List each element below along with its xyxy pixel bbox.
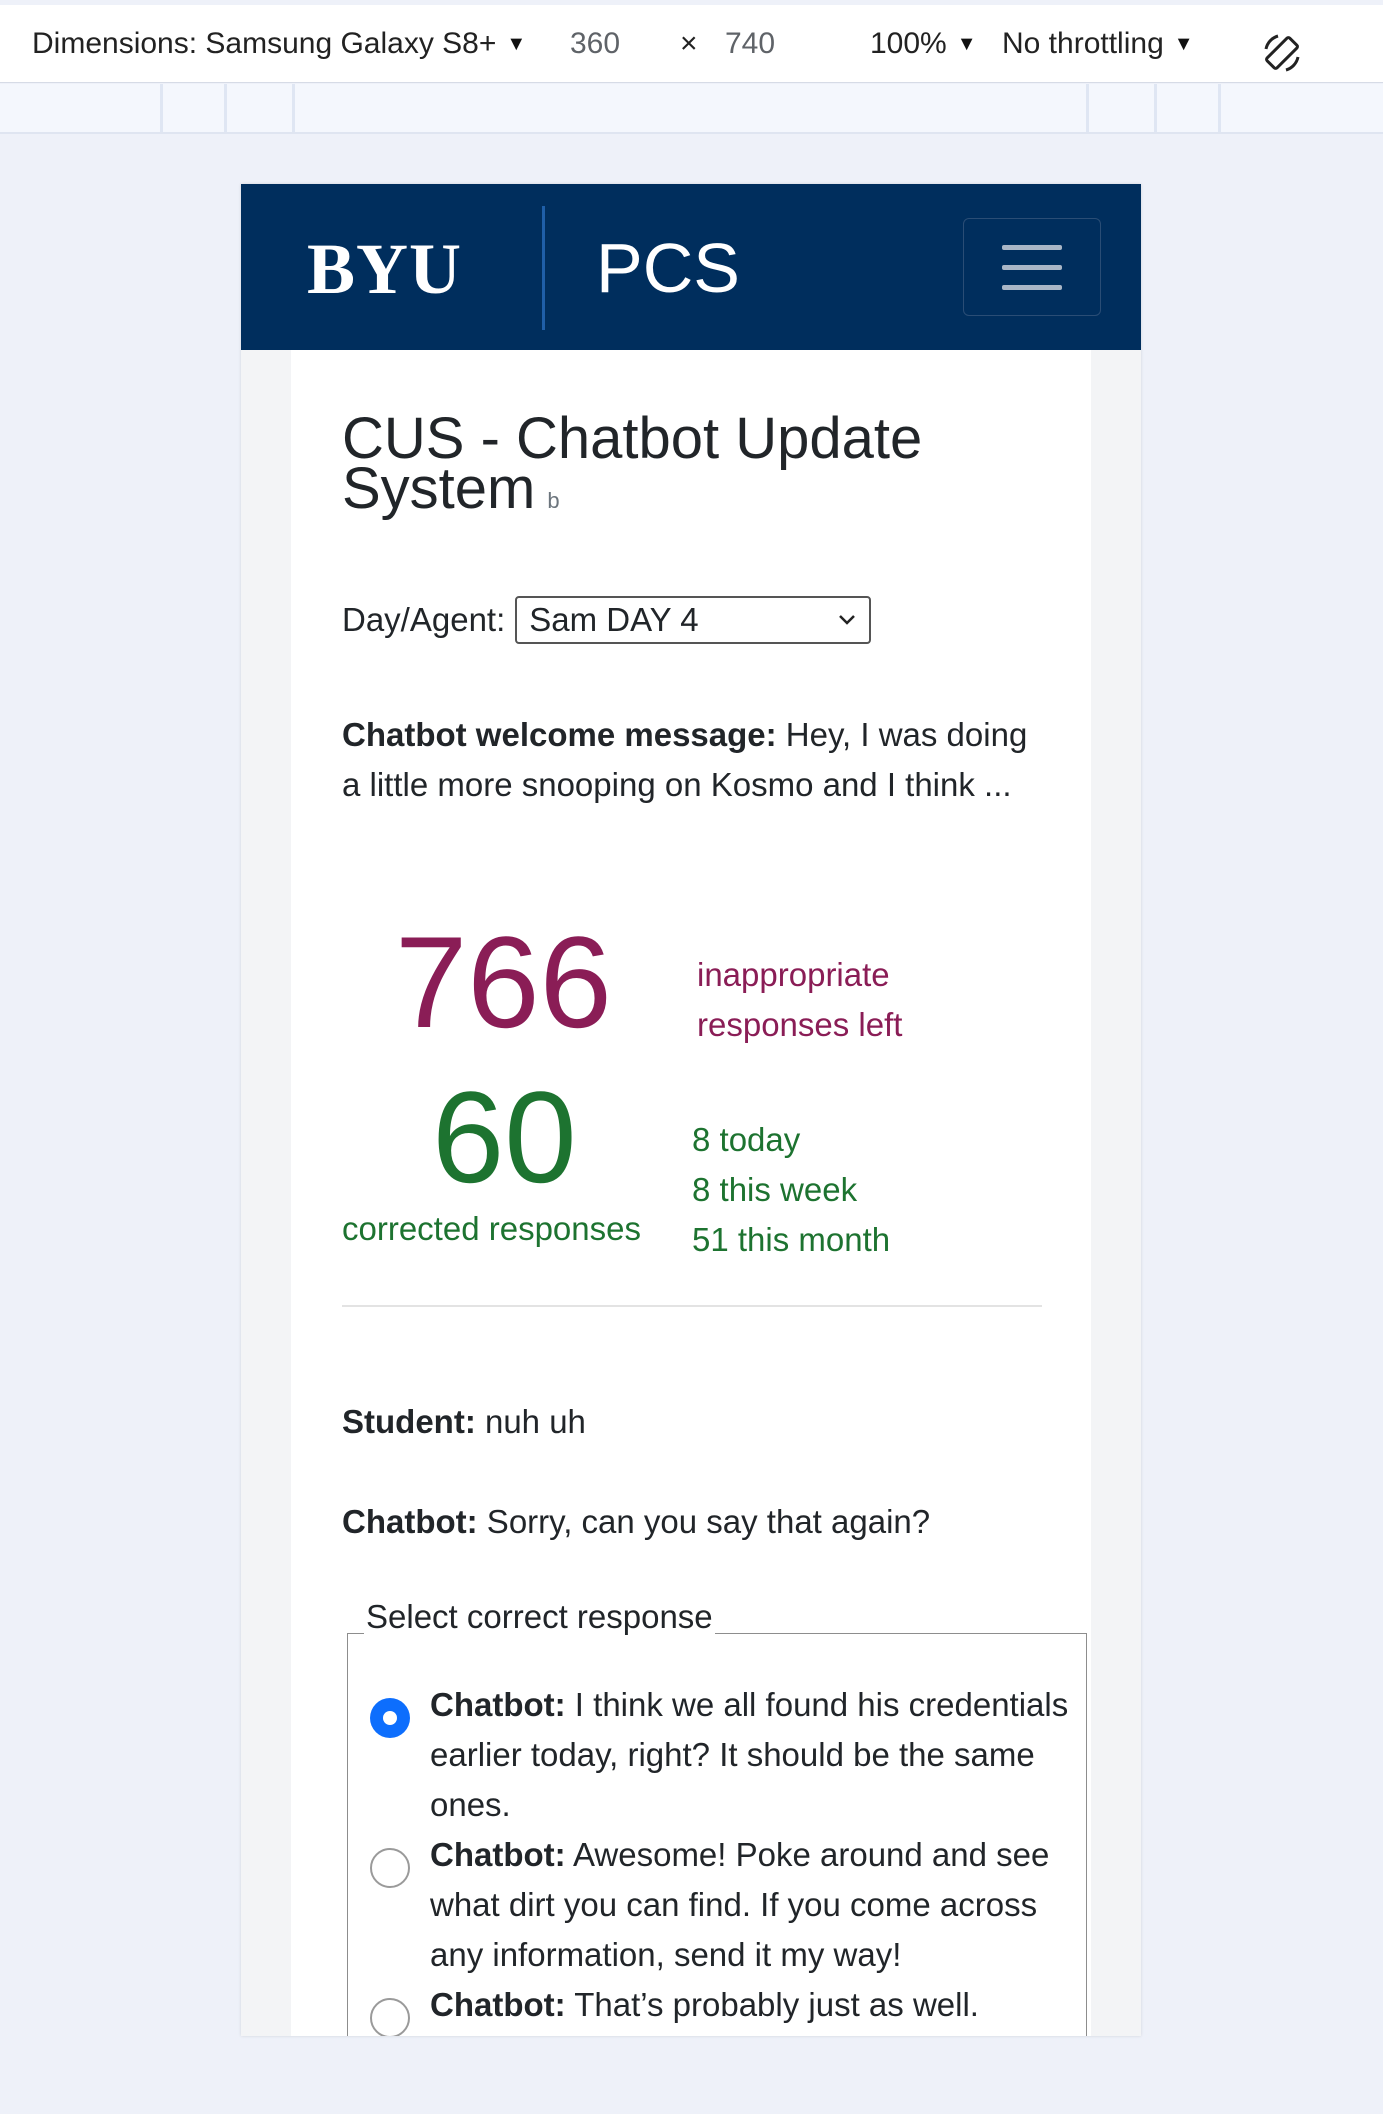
inappropriate-label: inappropriate responses left <box>697 956 903 1043</box>
menu-toggle-button[interactable] <box>963 218 1101 316</box>
corrected-label: corrected responses <box>342 1210 641 1247</box>
throttling-label: No throttling <box>1002 27 1164 60</box>
device-toolbar: Dimensions: Samsung Galaxy S8+ ▼ 360 × 7… <box>0 5 1383 83</box>
welcome-label: Chatbot welcome message: <box>342 716 777 753</box>
student-message: Student: nuh uh <box>342 1403 586 1441</box>
radio-unchecked[interactable] <box>370 1998 410 2036</box>
stat-today: 8 today <box>692 1121 801 1158</box>
media-query-ruler <box>0 84 1383 134</box>
day-agent-row: Day/Agent: Sam DAY 4 <box>342 596 872 644</box>
day-agent-label: Day/Agent: <box>342 601 506 638</box>
option-label: Chatbot: <box>430 1836 566 1873</box>
device-viewport: BYU PCS CUS - Chatbot Update System b Day… <box>241 184 1141 2036</box>
ruler-tick <box>160 84 163 132</box>
height-input[interactable]: 740 <box>725 5 775 83</box>
page-title: CUS - Chatbot Update System b <box>342 410 1042 526</box>
ruler-tick <box>292 84 295 132</box>
caret-down-icon: ▼ <box>506 32 527 55</box>
day-agent-selected: Sam DAY 4 <box>529 601 699 638</box>
option-text: Chatbot: That’s probably just as well. <box>430 1980 1070 2030</box>
rotate-icon[interactable] <box>1258 29 1306 77</box>
version-badge: b <box>547 488 560 513</box>
stat-month: 51 this month <box>692 1221 891 1258</box>
caret-down-icon: ▼ <box>956 32 977 55</box>
dimensions-label: Dimensions: Samsung Galaxy S8+ <box>32 27 497 60</box>
option-label: Chatbot: <box>430 1986 566 2023</box>
main-card: CUS - Chatbot Update System b Day/Agent: … <box>291 350 1091 2036</box>
chatbot-text: Sorry, can you say that again? <box>477 1503 931 1540</box>
width-input[interactable]: 360 <box>570 5 620 83</box>
dimensions-dropdown[interactable]: Dimensions: Samsung Galaxy S8+ ▼ <box>32 5 526 83</box>
byu-logo[interactable]: BYU <box>307 228 462 311</box>
option-text: Chatbot: Awesome! Poke around and see wh… <box>430 1830 1070 1980</box>
chatbot-message: Chatbot: Sorry, can you say that again? <box>342 1503 930 1541</box>
throttling-dropdown[interactable]: No throttling ▼ <box>1002 5 1194 83</box>
zoom-label: 100% <box>870 27 947 60</box>
hamburger-icon <box>1002 285 1062 290</box>
ruler-tick <box>1218 84 1221 132</box>
student-text: nuh uh <box>475 1403 586 1440</box>
nav-divider <box>542 206 545 330</box>
day-agent-select[interactable]: Sam DAY 4 <box>515 596 872 644</box>
divider <box>342 1305 1042 1307</box>
option-body: That’s probably just as well. <box>565 1986 979 2023</box>
hamburger-icon <box>1002 265 1062 270</box>
welcome-message: Chatbot welcome message: Hey, I was doin… <box>342 710 1042 810</box>
chatbot-label: Chatbot: <box>342 1503 478 1540</box>
zoom-dropdown[interactable]: 100% ▼ <box>870 5 977 83</box>
student-label: Student: <box>342 1403 476 1440</box>
corrected-count: 60 <box>432 1064 577 1210</box>
radio-unchecked[interactable] <box>370 1848 410 1888</box>
chevron-down-icon <box>839 615 856 625</box>
page-title-text: CUS - Chatbot Update System <box>342 406 923 521</box>
inappropriate-count: 766 <box>395 909 612 1055</box>
hamburger-icon <box>1002 245 1062 250</box>
ruler-tick <box>224 84 227 132</box>
fieldset-legend: Select correct response <box>364 1598 715 1636</box>
brand-link[interactable]: PCS <box>596 228 740 308</box>
caret-down-icon: ▼ <box>1173 32 1194 55</box>
radio-checked[interactable] <box>370 1698 410 1738</box>
ruler-tick <box>1154 84 1157 132</box>
option-label: Chatbot: <box>430 1686 566 1723</box>
ruler-tick <box>1086 84 1089 132</box>
option-text: Chatbot: I think we all found his creden… <box>430 1680 1070 1830</box>
stat-week: 8 this week <box>692 1171 858 1208</box>
navbar: BYU PCS <box>241 184 1141 350</box>
times-label: × <box>680 27 698 60</box>
corrected-stats: 8 today 8 this week 51 this month <box>692 1115 890 1265</box>
